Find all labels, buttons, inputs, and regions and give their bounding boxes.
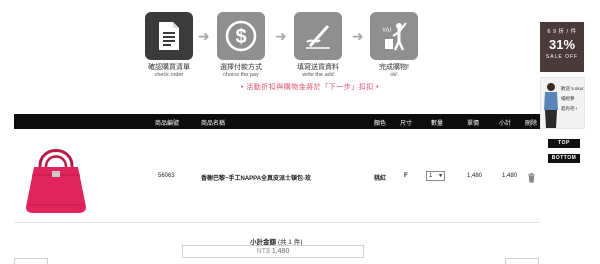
sale-banner-top: 6 9 折 / 件 (547, 29, 577, 35)
sale-percent: 31% (548, 37, 576, 52)
col-delete: 刪除 (525, 121, 538, 127)
subtotal-amount: NT$ 1,480 (182, 245, 364, 258)
chevron-down-icon: ▼ (438, 173, 443, 179)
svg-text:$: $ (235, 26, 246, 48)
bottom-button[interactable]: BOTTOM (548, 154, 580, 163)
amount: 1,480 (271, 248, 290, 255)
model-banner-line: 檔經夢 (561, 96, 575, 101)
col-size: 尺寸 (400, 121, 413, 127)
product-price: 1,480 (467, 173, 483, 179)
step-write-address: 填寫送貨資料 write the add (286, 12, 350, 79)
model-banner-line: 超有吧 ! (561, 106, 578, 111)
hand-writing-icon (294, 12, 342, 60)
quantity-select[interactable]: 1 ▼ (426, 171, 445, 181)
model-banner-line: 歡迎 5.6kut (561, 86, 584, 91)
step-check-order: 確認購買清單 check order (137, 12, 201, 79)
person-yay-icon: YA! (370, 12, 418, 60)
col-color: 顏色 (374, 121, 387, 127)
arrow-right-icon: ➜ (275, 28, 287, 44)
dollar-circle-icon: $ (217, 12, 265, 60)
step-choice-pay: $ 選擇付款方式 choice the pay (209, 12, 273, 79)
currency: NT$ (256, 248, 270, 255)
product-subtotal: 1,480 (502, 173, 518, 179)
sale-banner[interactable]: 6 9 折 / 件 31% SALE OFF (540, 22, 584, 72)
step-subtitle: choice the pay (223, 72, 259, 78)
col-name: 商品名稱 (201, 121, 226, 127)
table-row: 56063 香榭巴黎~手工NAPPA全真皮派士頓包-玫 桃紅 F 1 ▼ 1,4… (14, 129, 540, 223)
document-list-icon (145, 12, 193, 60)
step-title: 選擇付款方式 (220, 64, 262, 71)
product-size: F (404, 173, 408, 179)
col-qty: 數量 (431, 121, 444, 127)
step-subtitle: write the add (302, 72, 334, 78)
step-title: 填寫送貨資料 (297, 64, 339, 71)
col-subtotal: 小計 (499, 121, 512, 127)
trash-icon[interactable] (527, 170, 536, 188)
product-image[interactable] (22, 137, 90, 215)
col-sku: 商品編號 (155, 121, 180, 127)
quantity-value: 1 (429, 173, 433, 179)
model-figure-icon (544, 83, 558, 128)
product-name-link[interactable]: 香榭巴黎~手工NAPPA全真皮派士頓包-玫 (201, 173, 311, 182)
step-subtitle: ok! (390, 72, 398, 78)
model-banner[interactable]: 歡迎 5.6kut 檔經夢 超有吧 ! (540, 77, 585, 129)
step-done: YA! 完成購物! ok! (362, 12, 426, 79)
cart-table-header: 商品編號 商品名稱 顏色 尺寸 數量 單價 小計 刪除 (14, 114, 540, 129)
product-sku: 56063 (158, 173, 175, 179)
discount-notice: • 活動折扣與購物金將於「下一步」扣扣 • (240, 84, 380, 91)
top-button[interactable]: TOP (548, 139, 580, 148)
svg-text:YA!: YA! (382, 28, 392, 34)
bottom-right-button[interactable] (505, 258, 539, 264)
col-price: 單價 (467, 121, 480, 127)
product-color: 桃紅 (374, 176, 387, 182)
bottom-left-button[interactable] (14, 258, 48, 264)
step-subtitle: check order (154, 72, 184, 78)
step-title: 完成購物! (379, 64, 409, 71)
arrow-right-icon: ➜ (198, 28, 210, 44)
step-title: 確認購買清單 (148, 64, 190, 71)
sale-off-label: SALE OFF (545, 54, 579, 60)
